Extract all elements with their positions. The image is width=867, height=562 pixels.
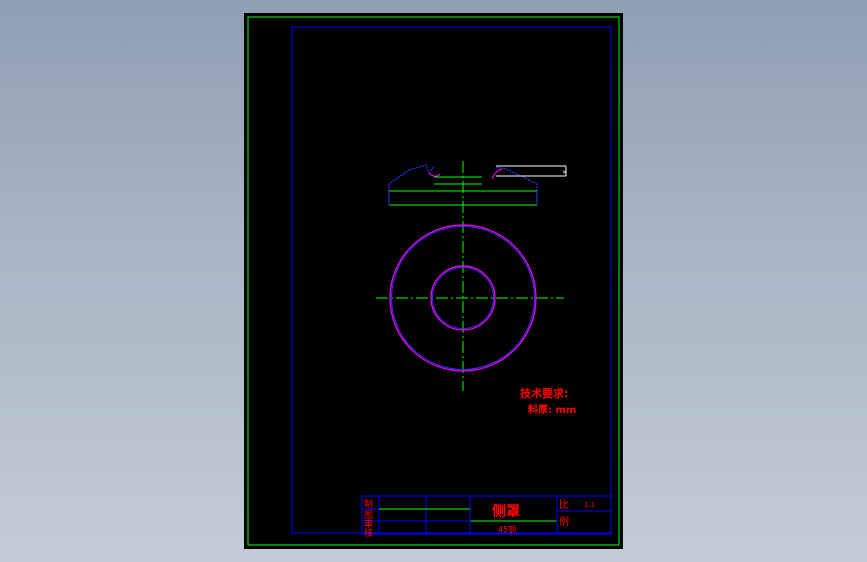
tech-notes-thickness: 料厚: mm (528, 403, 576, 416)
cad-viewport[interactable]: × 技术要求: 料厚: mm 制 图 审 核 侧罩 45钢 比 例 1.1 (0, 0, 867, 562)
top-view (376, 224, 564, 372)
scale-label-li: 例 (559, 515, 569, 528)
title-block (361, 495, 612, 535)
left-label-4: 核 (364, 527, 373, 539)
drawing-sheet: × 技术要求: 料厚: mm 制 图 审 核 侧罩 45钢 比 例 1.1 (244, 13, 623, 549)
scale-label-bi: 比 (559, 499, 569, 511)
part-material: 45钢 (498, 524, 516, 534)
svg-text:×: × (562, 169, 567, 176)
drawing-canvas: × 技术要求: 料厚: mm 制 图 审 核 侧罩 45钢 比 例 1.1 (247, 16, 620, 546)
part-name: 侧罩 (492, 503, 520, 520)
outer-frame (247, 16, 620, 546)
scale-value: 1.1 (584, 501, 595, 509)
side-view: × (388, 164, 567, 206)
inner-frame (291, 26, 612, 534)
tech-notes-heading: 技术要求: (520, 386, 568, 400)
left-label-1: 制 (364, 498, 373, 510)
